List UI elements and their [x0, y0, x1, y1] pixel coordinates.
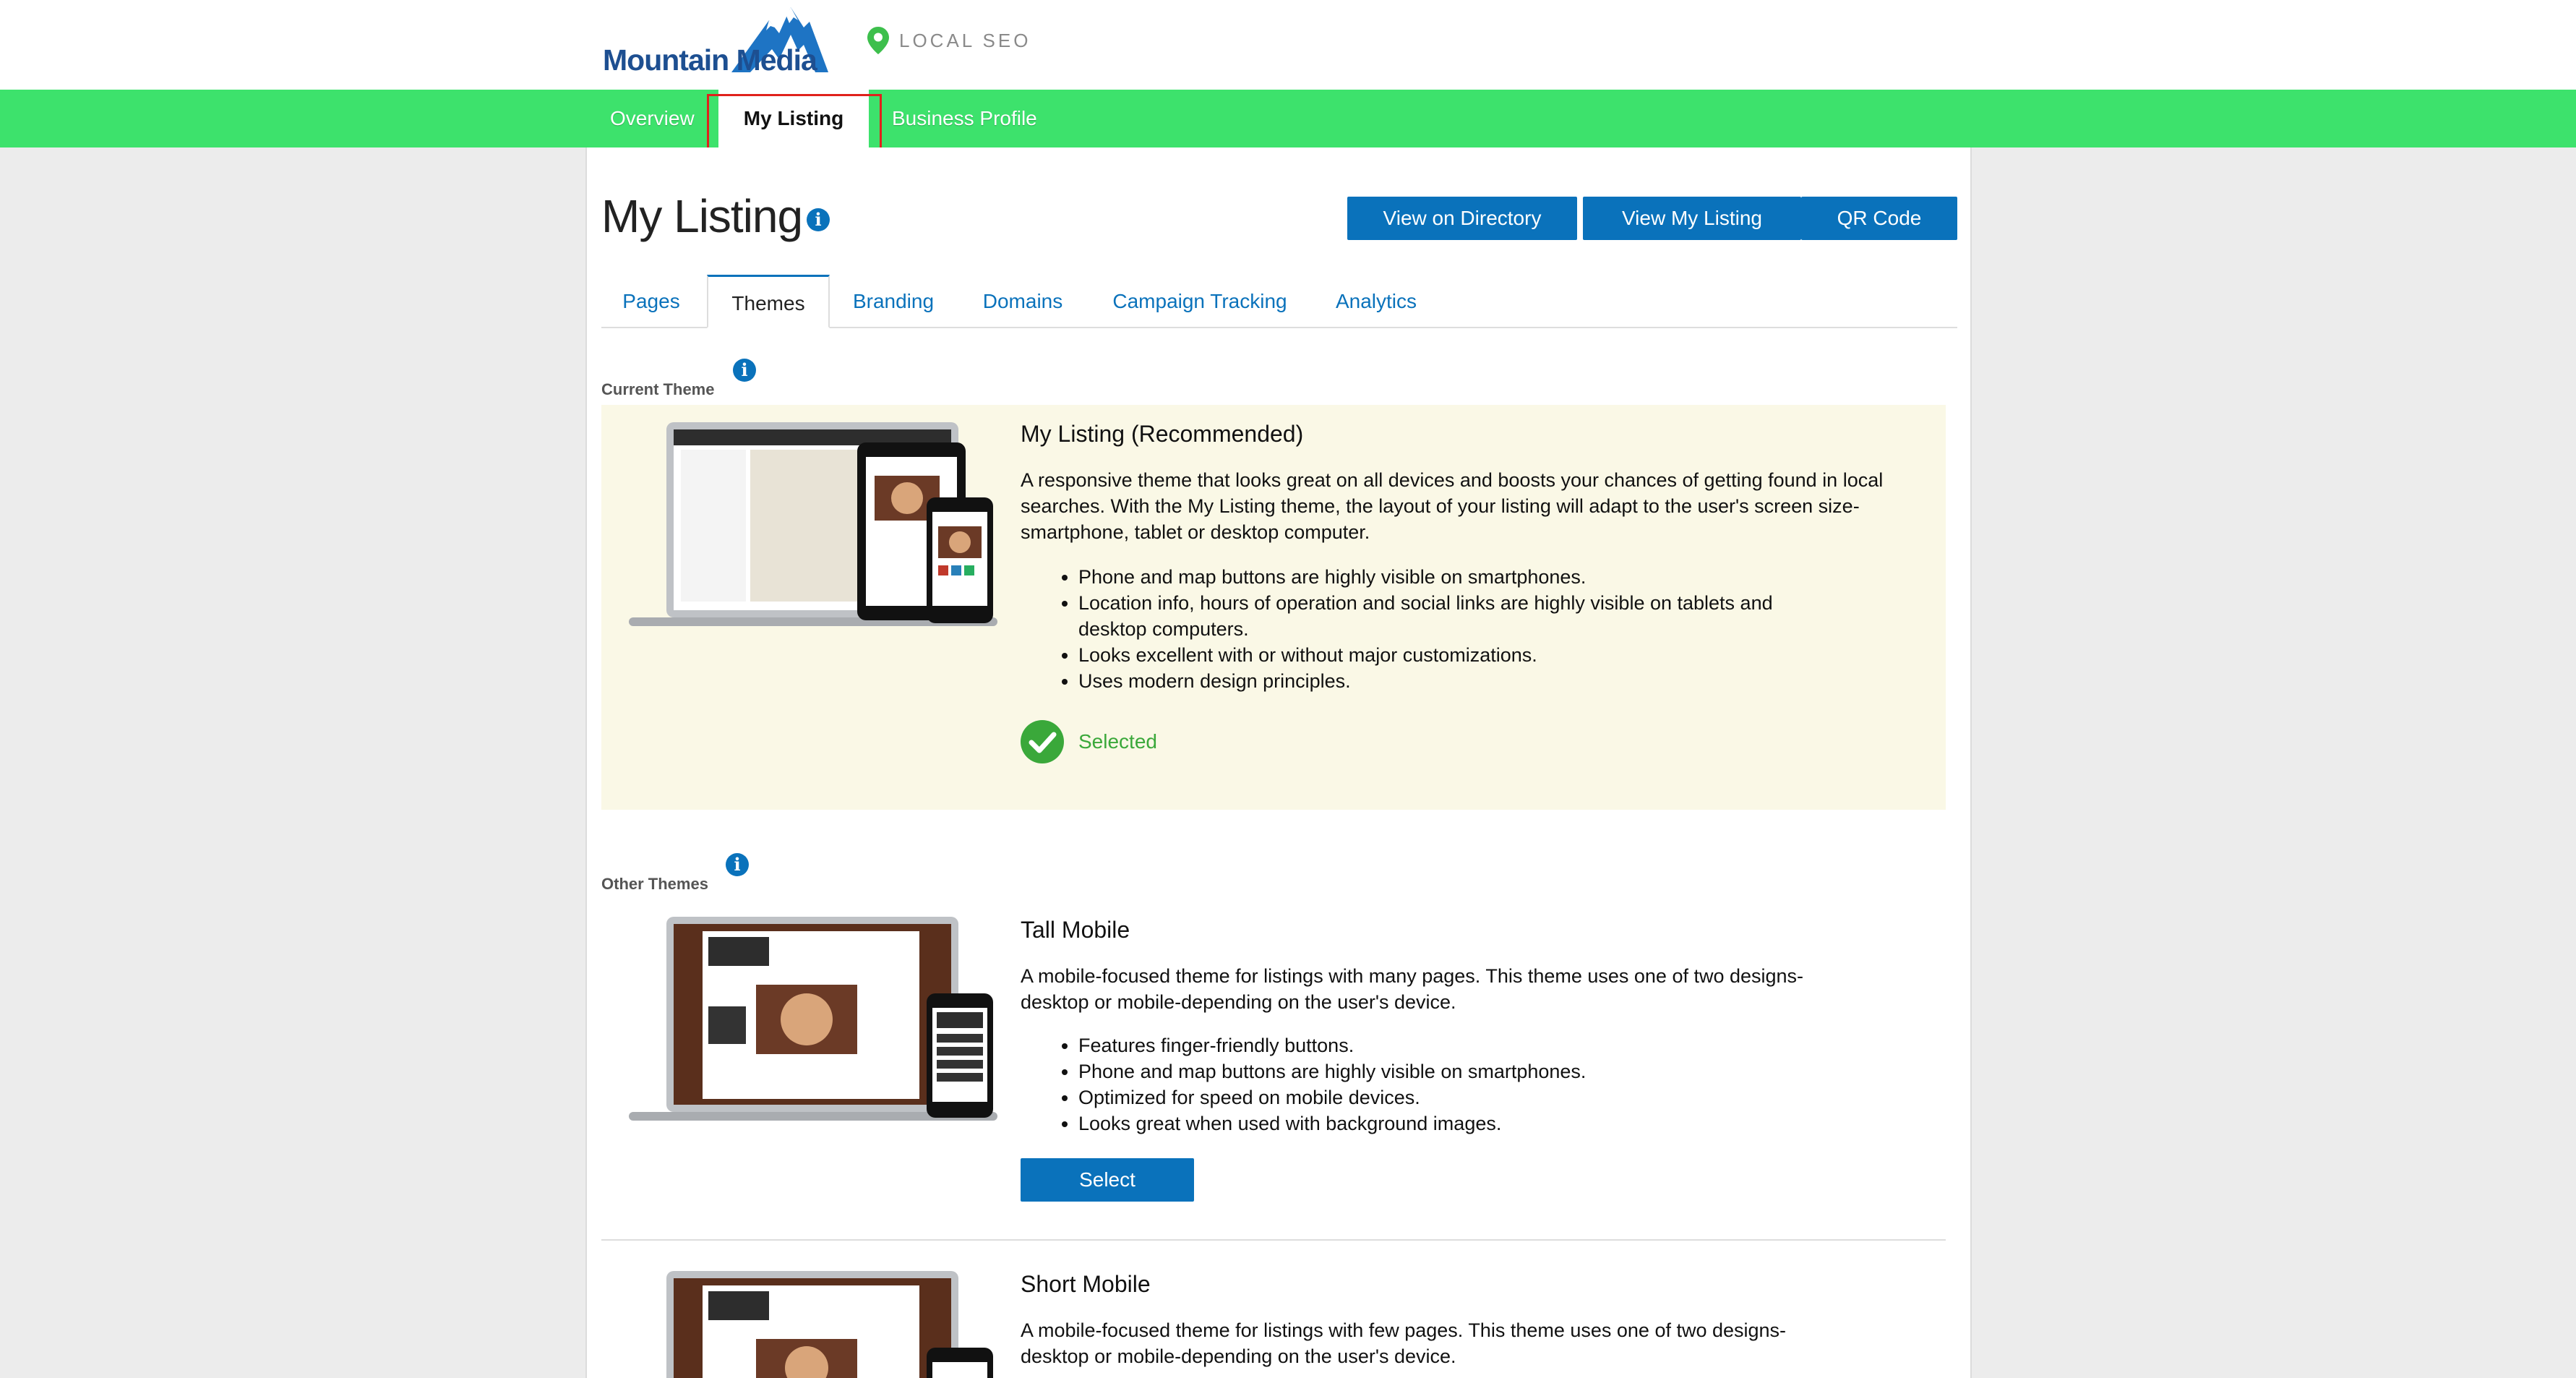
theme-title: Tall Mobile — [1021, 917, 1130, 943]
check-circle-icon — [1021, 720, 1064, 763]
page-title: My Listing — [601, 190, 803, 242]
view-on-directory-button[interactable]: View on Directory — [1347, 197, 1577, 240]
theme-preview-image — [666, 1271, 993, 1378]
current-theme-features: Phone and map buttons are highly visible… — [1054, 564, 1845, 694]
theme-preview-image — [629, 917, 997, 1121]
other-themes-label: Other Themes — [601, 875, 708, 893]
select-theme-button[interactable]: Select — [1021, 1158, 1194, 1202]
theme-preview-image — [629, 422, 997, 626]
theme-description: A mobile-focused theme for listings with… — [1021, 965, 1804, 1013]
selected-label: Selected — [1078, 730, 1157, 753]
current-theme-title: My Listing (Recommended) — [1021, 421, 1304, 447]
list-item: Looks great when used with background im… — [1078, 1110, 1845, 1137]
list-item: Features finger-friendly buttons. — [1078, 1032, 1845, 1058]
theme-divider — [601, 1239, 1946, 1241]
selected-status: Selected — [1021, 719, 1157, 765]
list-item: Looks excellent with or without major cu… — [1078, 642, 1845, 668]
mountain-media-logo[interactable]: Mountain Media — [603, 6, 828, 81]
tab-pages[interactable]: Pages — [609, 275, 694, 328]
tab-analytics[interactable]: Analytics — [1326, 275, 1427, 328]
logo-text: Mountain Media — [603, 43, 817, 77]
tab-domains[interactable]: Domains — [976, 275, 1070, 328]
product-indicator: LOCAL SEO — [867, 26, 1031, 55]
top-bar: Mountain Media LOCAL SEO — [0, 0, 2576, 90]
main-nav: Overview My Listing Business Profile — [0, 90, 2576, 147]
current-theme-description: A responsive theme that looks great on a… — [1021, 469, 1884, 543]
list-item: Location info, hours of operation and so… — [1078, 590, 1845, 642]
view-my-listing-button[interactable]: View My Listing — [1583, 197, 1801, 240]
nav-item-overview[interactable]: Overview — [610, 90, 695, 147]
tab-branding[interactable]: Branding — [841, 275, 945, 328]
theme-features: Features finger-friendly buttons. Phone … — [1054, 1032, 1845, 1137]
map-pin-icon — [867, 27, 889, 54]
info-icon[interactable]: i — [726, 853, 749, 876]
product-label: LOCAL SEO — [899, 29, 1031, 51]
nav-item-business-profile[interactable]: Business Profile — [892, 90, 1037, 147]
info-icon[interactable]: i — [807, 208, 830, 231]
list-item: Phone and map buttons are highly visible… — [1078, 564, 1845, 590]
nav-item-my-listing[interactable]: My Listing — [718, 90, 869, 147]
list-item: Optimized for speed on mobile devices. — [1078, 1084, 1845, 1110]
list-item: Uses modern design principles. — [1078, 668, 1845, 694]
list-item: Phone and map buttons are highly visible… — [1078, 1058, 1845, 1084]
current-theme-label: Current Theme — [601, 380, 715, 398]
theme-title: Short Mobile — [1021, 1271, 1151, 1297]
theme-description: A mobile-focused theme for listings with… — [1021, 1319, 1787, 1367]
tab-campaign-tracking[interactable]: Campaign Tracking — [1106, 275, 1294, 328]
info-icon[interactable]: i — [733, 359, 756, 382]
tab-themes[interactable]: Themes — [707, 275, 830, 328]
qr-code-button[interactable]: QR Code — [1801, 197, 1957, 240]
